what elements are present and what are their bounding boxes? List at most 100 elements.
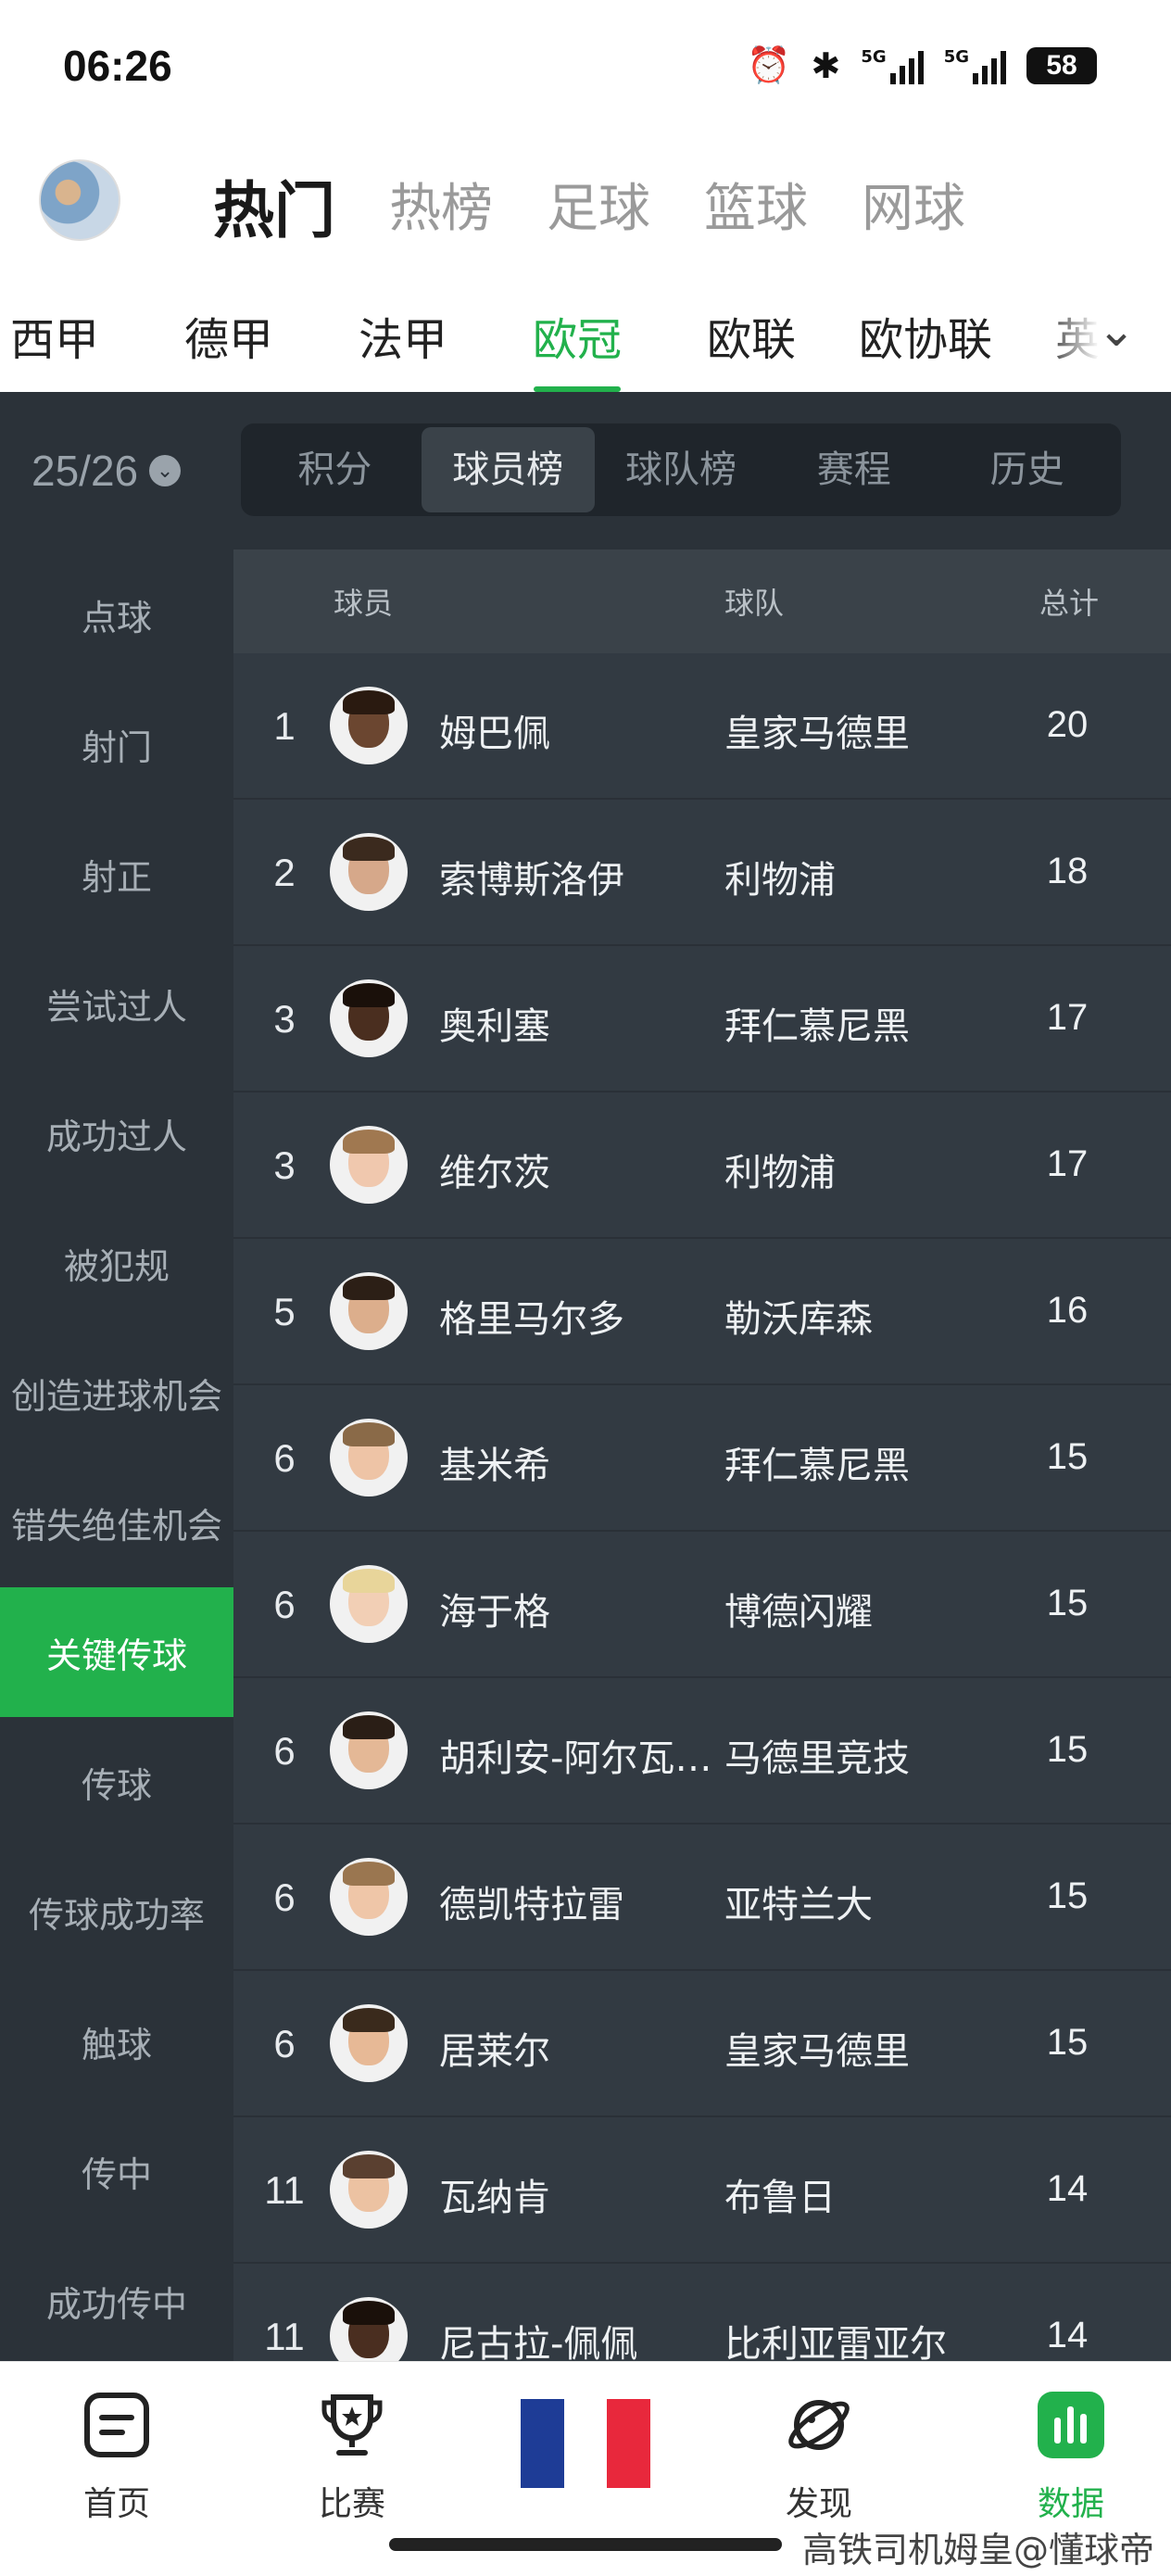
sub-tab[interactable]: 积分 bbox=[248, 427, 422, 512]
player-name[interactable]: 奥利塞 bbox=[439, 996, 717, 1050]
team-name[interactable]: 皇家马德里 bbox=[724, 703, 910, 757]
table-row[interactable]: 6 德凯特拉雷 亚特兰大 15 bbox=[233, 1825, 1171, 1971]
category-item[interactable]: 错失绝佳机会 bbox=[0, 1458, 233, 1587]
team-name[interactable]: 马德里竞技 bbox=[724, 1728, 910, 1782]
team-name[interactable]: 比利亚雷亚尔 bbox=[724, 2314, 947, 2361]
sub-tab[interactable]: 历史 bbox=[940, 427, 1114, 512]
sub-tab[interactable]: 赛程 bbox=[767, 427, 940, 512]
rank: 6 bbox=[273, 1583, 296, 1626]
chevron-down-icon[interactable]: ⌄ bbox=[1097, 303, 1136, 357]
category-item[interactable]: 创造进球机会 bbox=[0, 1328, 233, 1458]
category-item[interactable]: 触球 bbox=[0, 1976, 233, 2106]
nav-label: 数据 bbox=[1037, 2485, 1104, 2523]
data-icon bbox=[1038, 2392, 1104, 2458]
league-tab[interactable]: 欧联 bbox=[664, 303, 838, 368]
league-tab[interactable]: 欧冠 bbox=[490, 303, 664, 392]
nav-label: 首页 bbox=[82, 2485, 150, 2523]
main-tab[interactable]: 篮球 bbox=[704, 167, 808, 250]
status-time: 06:26 bbox=[63, 42, 172, 90]
table-row[interactable]: 11 尼古拉-佩佩 比利亚雷亚尔 14 bbox=[233, 2264, 1171, 2361]
france-flag-icon[interactable] bbox=[521, 2399, 651, 2488]
total-value: 15 bbox=[1046, 1875, 1089, 1916]
nav-discover[interactable]: 发现 bbox=[745, 2390, 893, 2525]
player-name[interactable]: 基米希 bbox=[439, 1435, 717, 1489]
table-row[interactable]: 2 索博斯洛伊 利物浦 18 bbox=[233, 800, 1171, 946]
team-name[interactable]: 布鲁日 bbox=[724, 2167, 836, 2221]
total-value: 18 bbox=[1046, 851, 1089, 891]
player-name[interactable]: 瓦纳肯 bbox=[439, 2167, 717, 2221]
category-item[interactable]: 射正 bbox=[0, 809, 233, 939]
player-name[interactable]: 尼古拉-佩佩 bbox=[439, 2314, 717, 2361]
category-item[interactable]: 尝试过人 bbox=[0, 939, 233, 1068]
player-name[interactable]: 居莱尔 bbox=[439, 2021, 717, 2075]
total-value: 14 bbox=[1046, 2168, 1089, 2209]
sub-tab[interactable]: 球队榜 bbox=[595, 427, 768, 512]
league-tab[interactable]: 德甲 bbox=[142, 303, 316, 368]
category-item[interactable]: 传球成功率 bbox=[0, 1847, 233, 1976]
battery-indicator: 58 bbox=[1026, 46, 1097, 84]
table-row[interactable]: 6 海于格 博德闪耀 15 bbox=[233, 1532, 1171, 1678]
rank: 3 bbox=[273, 1143, 296, 1187]
main-tab[interactable]: 热榜 bbox=[389, 167, 493, 250]
main-tab[interactable]: 网球 bbox=[862, 167, 965, 250]
home-indicator[interactable] bbox=[389, 2538, 782, 2551]
player-name[interactable]: 姆巴佩 bbox=[439, 703, 717, 757]
category-item[interactable]: 射门 bbox=[0, 679, 233, 809]
table-row[interactable]: 5 格里马尔多 勒沃库森 16 bbox=[233, 1239, 1171, 1385]
total-value: 15 bbox=[1046, 1583, 1089, 1623]
category-item[interactable]: 关键传球 bbox=[0, 1587, 233, 1717]
category-item[interactable]: 传中 bbox=[0, 2106, 233, 2236]
team-name[interactable]: 拜仁慕尼黑 bbox=[724, 996, 910, 1050]
team-name[interactable]: 皇家马德里 bbox=[724, 2021, 910, 2075]
sub-tabs: 积分 球员榜 球队榜 赛程 历史 bbox=[241, 423, 1121, 516]
team-name[interactable]: 亚特兰大 bbox=[724, 1875, 873, 1928]
category-item[interactable]: 传球 bbox=[0, 1717, 233, 1847]
category-item[interactable]: 点球 bbox=[0, 549, 233, 679]
table-row[interactable]: 11 瓦纳肯 布鲁日 14 bbox=[233, 2117, 1171, 2264]
signal-icon: 5G bbox=[861, 47, 924, 84]
season-selector[interactable]: 25/26 ⌄ bbox=[31, 446, 182, 496]
main-tab[interactable]: 足球 bbox=[547, 167, 650, 250]
team-name[interactable]: 勒沃库森 bbox=[724, 1289, 873, 1343]
main-tab[interactable]: 热门 bbox=[213, 161, 335, 250]
player-avatar bbox=[330, 1272, 408, 1350]
nav-matches[interactable]: 比赛 bbox=[278, 2390, 426, 2525]
nav-data[interactable]: 数据 bbox=[997, 2390, 1145, 2525]
table-row[interactable]: 3 奥利塞 拜仁慕尼黑 17 bbox=[233, 946, 1171, 1092]
header-player: 球员 bbox=[334, 586, 394, 621]
player-name[interactable]: 德凯特拉雷 bbox=[439, 1875, 717, 1928]
season-label: 25/26 bbox=[31, 447, 139, 495]
watermark-text: 高铁司机姆皇@懂球帝 bbox=[801, 2530, 1154, 2570]
nav-label: 比赛 bbox=[318, 2485, 385, 2523]
team-name[interactable]: 拜仁慕尼黑 bbox=[724, 1435, 910, 1489]
table-row[interactable]: 6 胡利安-阿尔瓦雷斯马德里竞技 15 bbox=[233, 1678, 1171, 1825]
player-name[interactable]: 胡利安-阿尔瓦雷斯 bbox=[439, 1728, 717, 1782]
category-item[interactable]: 成功传中 bbox=[0, 2236, 233, 2361]
player-avatar bbox=[330, 2151, 408, 2229]
player-name[interactable]: 海于格 bbox=[439, 1582, 717, 1635]
league-tab[interactable]: 西甲 bbox=[0, 303, 142, 368]
category-item[interactable]: 被犯规 bbox=[0, 1198, 233, 1328]
planet-icon bbox=[788, 2400, 850, 2450]
category-item[interactable]: 成功过人 bbox=[0, 1068, 233, 1198]
top-nav: 热门 热榜 足球 篮球 网球 bbox=[0, 139, 1171, 273]
team-name[interactable]: 利物浦 bbox=[724, 850, 836, 903]
league-tab[interactable]: 法甲 bbox=[316, 303, 490, 368]
total-value: 17 bbox=[1046, 1143, 1089, 1184]
table-row[interactable]: 6 居莱尔 皇家马德里 15 bbox=[233, 1971, 1171, 2117]
status-bar: 06:26 ⏰ ✱ 5G 5G 58 bbox=[0, 0, 1171, 139]
player-name[interactable]: 格里马尔多 bbox=[439, 1289, 717, 1343]
table-row[interactable]: 6 基米希 拜仁慕尼黑 15 bbox=[233, 1385, 1171, 1532]
sub-tab[interactable]: 球员榜 bbox=[421, 427, 595, 512]
league-tab[interactable]: 欧协联 bbox=[838, 303, 1013, 368]
table-row[interactable]: 1 姆巴佩 皇家马德里 20 bbox=[233, 653, 1171, 800]
user-avatar[interactable] bbox=[39, 159, 120, 241]
team-name[interactable]: 利物浦 bbox=[724, 1143, 836, 1196]
table-row[interactable]: 3 维尔茨 利物浦 17 bbox=[233, 1092, 1171, 1239]
total-value: 14 bbox=[1046, 2315, 1089, 2355]
team-name[interactable]: 博德闪耀 bbox=[724, 1582, 873, 1635]
nav-home[interactable]: 首页 bbox=[43, 2390, 191, 2525]
total-value: 15 bbox=[1046, 1436, 1089, 1477]
player-name[interactable]: 索博斯洛伊 bbox=[439, 850, 717, 903]
player-name[interactable]: 维尔茨 bbox=[439, 1143, 717, 1196]
